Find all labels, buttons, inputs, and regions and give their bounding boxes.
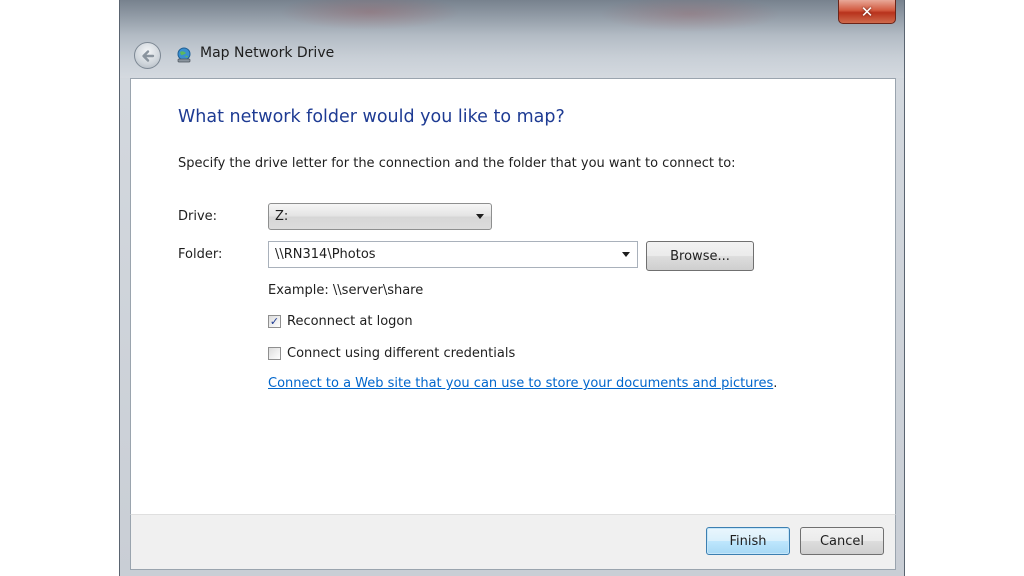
cancel-button[interactable]: Cancel: [800, 527, 884, 555]
reconnect-checkbox[interactable]: ✓: [268, 315, 281, 328]
instructions-text: Specify the drive letter for the connect…: [178, 156, 736, 171]
folder-label: Folder:: [178, 247, 223, 262]
finish-button[interactable]: Finish: [706, 527, 790, 555]
back-button[interactable]: [134, 42, 161, 69]
close-button[interactable]: ✕: [838, 0, 896, 24]
network-drive-icon: [177, 47, 191, 63]
chevron-down-icon[interactable]: [622, 252, 630, 257]
title-bar: [120, 0, 904, 78]
reconnect-option[interactable]: ✓ Reconnect at logon: [268, 314, 413, 329]
credentials-option[interactable]: Connect using different credentials: [268, 346, 515, 361]
web-site-link-line: Connect to a Web site that you can use t…: [268, 376, 777, 391]
link-suffix: .: [773, 376, 778, 391]
web-site-link[interactable]: Connect to a Web site that you can use t…: [268, 376, 773, 391]
credentials-label: Connect using different credentials: [287, 346, 516, 361]
credentials-checkbox[interactable]: [268, 347, 281, 360]
back-arrow-icon: [141, 49, 154, 62]
drive-select[interactable]: Z:: [268, 203, 492, 230]
chevron-down-icon: [476, 214, 484, 219]
folder-input-value: \\RN314\Photos: [275, 247, 376, 262]
map-network-drive-window: ✕ Map Network Drive What network folder …: [119, 0, 905, 576]
drive-select-value: Z:: [275, 209, 289, 224]
close-icon: ✕: [860, 2, 874, 21]
folder-combobox[interactable]: \\RN314\Photos: [268, 241, 638, 268]
example-text: Example: \\server\share: [268, 283, 424, 298]
dialog-footer: Finish Cancel: [130, 514, 896, 570]
reconnect-label: Reconnect at logon: [287, 314, 413, 329]
dialog-content: What network folder would you like to ma…: [130, 78, 896, 514]
drive-label: Drive:: [178, 209, 218, 224]
page-heading: What network folder would you like to ma…: [178, 107, 565, 127]
window-title: Map Network Drive: [200, 45, 335, 61]
browse-button[interactable]: Browse...: [646, 241, 754, 271]
